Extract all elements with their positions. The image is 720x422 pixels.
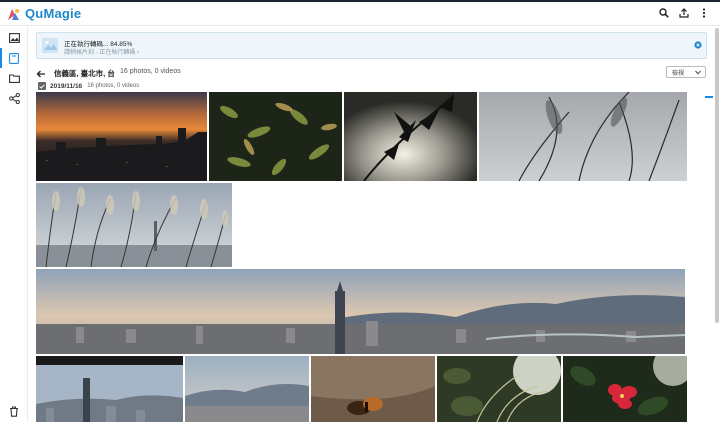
photo-taipei101-closeup[interactable] — [36, 356, 183, 422]
vertical-scrollbar[interactable] — [715, 28, 719, 323]
select-all-checkbox[interactable] — [38, 82, 46, 90]
upload-icon[interactable] — [678, 6, 690, 20]
timeline-indicator[interactable] — [705, 96, 713, 98]
app-header: QuMagie — [0, 2, 720, 26]
photo-butterfly[interactable] — [311, 356, 435, 422]
trash-icon[interactable] — [7, 404, 21, 418]
photo-grass-backlight[interactable] — [437, 356, 561, 422]
search-icon[interactable] — [658, 6, 670, 20]
app-logo[interactable]: QuMagie — [6, 6, 81, 21]
photo-reeds-taipei101[interactable] — [36, 183, 232, 267]
left-sidebar — [0, 27, 28, 422]
group-count: 16 photos, 0 videos — [87, 83, 140, 89]
location-title: 信義區, 臺北市, 台 — [54, 69, 115, 78]
more-vert-icon[interactable] — [698, 6, 710, 20]
app-name: QuMagie — [25, 6, 82, 21]
photos-icon[interactable] — [7, 31, 21, 45]
share-icon[interactable] — [7, 91, 21, 105]
location-count: 16 photos, 0 videos — [120, 68, 181, 75]
photo-mountains-city[interactable] — [185, 356, 309, 422]
chevron-down-icon — [695, 70, 701, 75]
back-arrow-icon[interactable] — [36, 66, 46, 78]
photo-sunset-city[interactable] — [36, 92, 207, 181]
photo-grass-sky[interactable] — [479, 92, 687, 181]
photo-leaves-silhouette[interactable] — [344, 92, 477, 181]
transcode-banner: 正在執行轉碼... 84.85% 請稍候片刻 - 正在執行轉碼 › — [36, 32, 707, 59]
view-dropdown[interactable]: 檢視 — [666, 66, 706, 78]
folder-icon[interactable] — [7, 71, 21, 85]
albums-icon[interactable] — [0, 48, 21, 68]
photo-red-hibiscus[interactable] — [563, 356, 687, 422]
date-group-header: 2019/11/16 16 photos, 0 videos — [38, 82, 139, 90]
banner-image-icon — [42, 38, 58, 53]
qumagie-logo-icon — [8, 8, 19, 20]
photo-taipei-panorama[interactable] — [36, 269, 685, 354]
close-icon[interactable] — [694, 36, 702, 49]
banner-subtitle[interactable]: 請稍候片刻 - 正在執行轉碼 › — [64, 47, 139, 56]
view-dropdown-label: 檢視 — [672, 70, 685, 77]
group-date: 2019/11/16 — [50, 82, 83, 90]
photo-foliage[interactable] — [209, 92, 342, 181]
